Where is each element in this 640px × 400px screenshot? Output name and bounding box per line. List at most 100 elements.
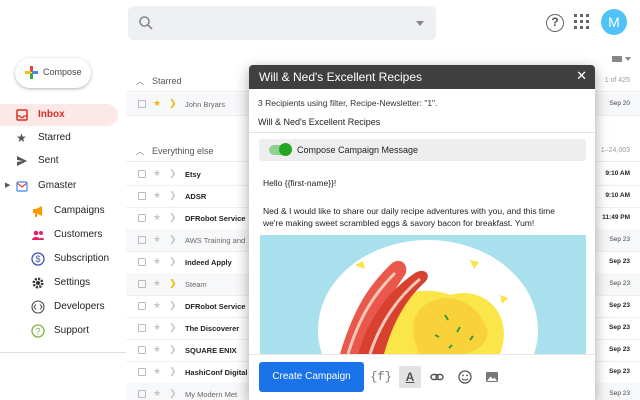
star-icon[interactable]: ★: [153, 168, 161, 179]
density-toggle-icon[interactable]: [612, 56, 632, 62]
merge-tag-icon[interactable]: {f}: [370, 366, 392, 388]
recipients-text: Recipients using filter, Recipe-Newslett…: [265, 98, 438, 108]
star-icon[interactable]: ★: [153, 212, 161, 223]
eggs-bacon-illustration: [318, 240, 538, 354]
section-count: 1–24,003: [600, 147, 630, 154]
search-icon: [139, 16, 153, 30]
close-icon[interactable]: ✕: [576, 69, 587, 83]
important-marker-icon[interactable]: ❯: [169, 322, 177, 333]
divider: [249, 132, 595, 133]
create-campaign-button[interactable]: Create Campaign: [259, 362, 364, 392]
mail-sender: HashiConf Digital: [185, 368, 248, 377]
dialog-title-bar[interactable]: Will & Ned's Excellent Recipes ✕: [249, 65, 595, 89]
select-checkbox[interactable]: [138, 236, 146, 244]
mail-sender: Etsy: [185, 170, 201, 179]
sidebar-item-settings[interactable]: Settings: [0, 272, 118, 294]
collapse-chevron-icon[interactable]: ︿: [136, 146, 144, 157]
mail-sender: Indeed Apply: [185, 258, 232, 267]
important-marker-icon[interactable]: ❯: [169, 212, 177, 223]
mail-date: Sep 23: [609, 324, 630, 331]
important-marker-icon[interactable]: ❯: [169, 168, 177, 179]
top-header: ? M: [0, 0, 640, 46]
emoji-icon[interactable]: [454, 366, 476, 388]
people-icon: [32, 230, 44, 240]
sidebar-item-label: Subscription: [54, 253, 110, 264]
message-line-2[interactable]: we're making sweet scrambled eggs & savo…: [263, 217, 534, 229]
recipients-info: 3 Recipients using filter, Recipe-Newsle…: [258, 98, 437, 108]
section-count: 1 of 425: [604, 77, 630, 84]
important-marker-icon[interactable]: ❯: [169, 278, 177, 289]
text-format-icon[interactable]: A: [399, 366, 421, 388]
sidebar-item-starred[interactable]: ★ Starred: [0, 127, 118, 149]
star-icon[interactable]: ★: [153, 278, 161, 289]
important-marker-icon[interactable]: ❯: [169, 388, 177, 399]
sidebar-item-label: Developers: [54, 301, 105, 312]
star-icon[interactable]: ★: [153, 234, 161, 245]
star-icon: ★: [16, 131, 27, 145]
sidebar-item-customers[interactable]: Customers: [0, 224, 118, 246]
link-icon[interactable]: [426, 366, 448, 388]
star-icon[interactable]: ★: [153, 366, 161, 377]
sidebar-divider: [0, 352, 126, 353]
important-marker-icon[interactable]: ❯: [169, 98, 177, 109]
sidebar-item-developers[interactable]: Developers: [0, 296, 118, 318]
select-checkbox[interactable]: [138, 192, 146, 200]
important-marker-icon[interactable]: ❯: [169, 300, 177, 311]
subject-field[interactable]: Will & Ned's Excellent Recipes: [258, 117, 380, 127]
star-icon[interactable]: ★: [153, 256, 161, 267]
compose-button[interactable]: Compose: [15, 58, 91, 88]
select-checkbox[interactable]: [138, 368, 146, 376]
sidebar-item-label: Customers: [54, 229, 103, 240]
select-checkbox[interactable]: [138, 280, 146, 288]
star-icon[interactable]: ★: [153, 344, 161, 355]
sidebar-item-support[interactable]: ? Support: [0, 320, 118, 342]
mail-sender: John Bryars: [185, 100, 226, 109]
recipe-image[interactable]: [260, 235, 586, 354]
star-icon[interactable]: ★: [153, 388, 161, 399]
select-checkbox[interactable]: [138, 214, 146, 222]
star-icon[interactable]: ★: [153, 300, 161, 311]
send-icon: [17, 156, 27, 166]
sidebar-item-subscription[interactable]: $ Subscription: [0, 248, 118, 270]
sidebar-item-sent[interactable]: Sent: [0, 150, 118, 172]
sidebar-item-label: Sent: [38, 155, 59, 166]
sidebar-item-label: Gmaster: [38, 180, 77, 191]
search-bar[interactable]: [128, 6, 436, 40]
search-options-icon[interactable]: [416, 21, 424, 26]
apps-grid-icon[interactable]: [574, 14, 590, 30]
compose-mode-label: Compose Campaign Message: [297, 145, 419, 155]
mail-sender: The Discoverer: [185, 324, 240, 333]
sidebar-item-gmaster[interactable]: ▶ Gmaster: [0, 175, 118, 197]
mail-date: Sep 23: [609, 280, 630, 287]
help-icon[interactable]: ?: [546, 14, 564, 32]
select-checkbox[interactable]: [138, 170, 146, 178]
section-title: Starred: [152, 76, 182, 86]
important-marker-icon[interactable]: ❯: [169, 190, 177, 201]
select-checkbox[interactable]: [138, 346, 146, 354]
star-icon[interactable]: ★: [153, 98, 161, 109]
avatar[interactable]: M: [601, 9, 627, 35]
important-marker-icon[interactable]: ❯: [169, 256, 177, 267]
dialog-title: Will & Ned's Excellent Recipes: [259, 70, 423, 84]
select-checkbox[interactable]: [138, 258, 146, 266]
insert-image-icon[interactable]: [481, 366, 503, 388]
select-checkbox[interactable]: [138, 324, 146, 332]
expand-arrow-icon[interactable]: ▶: [5, 181, 10, 189]
important-marker-icon[interactable]: ❯: [169, 366, 177, 377]
mail-date: Sep 23: [609, 236, 630, 243]
select-checkbox[interactable]: [138, 302, 146, 310]
collapse-chevron-icon[interactable]: ︿: [136, 76, 144, 87]
star-icon[interactable]: ★: [153, 190, 161, 201]
compose-mode-toggle[interactable]: [269, 143, 292, 156]
message-greeting[interactable]: Hello {{first-name}}!: [263, 177, 336, 189]
select-checkbox[interactable]: [138, 100, 146, 108]
select-checkbox[interactable]: [138, 390, 146, 398]
important-marker-icon[interactable]: ❯: [169, 344, 177, 355]
svg-text:$: $: [35, 254, 40, 264]
sidebar-item-inbox[interactable]: Inbox: [0, 104, 118, 126]
message-line-1[interactable]: Ned & I would like to share our daily re…: [263, 205, 555, 217]
sidebar-item-campaigns[interactable]: Campaigns: [0, 200, 118, 222]
star-icon[interactable]: ★: [153, 322, 161, 333]
important-marker-icon[interactable]: ❯: [169, 234, 177, 245]
section-title: Everything else: [152, 146, 214, 156]
